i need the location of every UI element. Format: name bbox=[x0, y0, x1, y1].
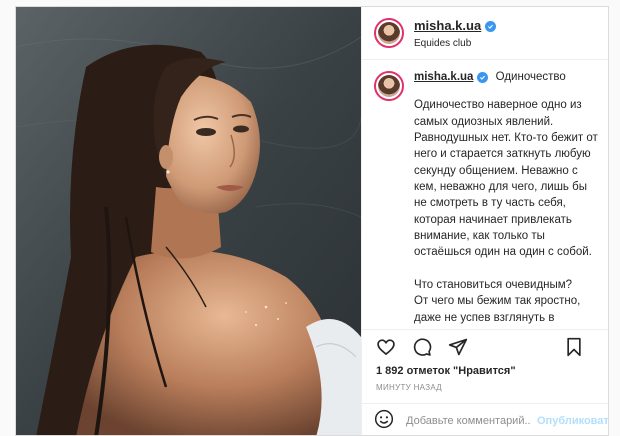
publish-button[interactable]: Опубликовать bbox=[537, 415, 608, 427]
bookmark-icon[interactable] bbox=[560, 333, 588, 361]
post-sidebar: misha.k.ua Equides club misha.k.ua Одино… bbox=[361, 7, 608, 435]
caption-text: misha.k.ua Одиночество Одиночество навер… bbox=[414, 69, 598, 327]
action-bar bbox=[362, 329, 608, 364]
paper-plane-icon[interactable] bbox=[444, 333, 472, 361]
comment-icon[interactable] bbox=[408, 333, 436, 361]
caption-body: Одиночество наверное одно из самых одиоз… bbox=[414, 99, 598, 324]
likes-count[interactable]: 1 892 отметок "Нравится" bbox=[376, 365, 516, 377]
caption-avatar[interactable] bbox=[374, 71, 404, 101]
caption-username[interactable]: misha.k.ua bbox=[414, 69, 489, 85]
smiley-icon[interactable] bbox=[374, 409, 394, 434]
location-link[interactable]: Equides club bbox=[414, 38, 496, 50]
caption-comment: misha.k.ua Одиночество Одиночество навер… bbox=[374, 69, 598, 327]
heart-icon[interactable] bbox=[372, 333, 400, 361]
post-photo[interactable] bbox=[16, 7, 361, 435]
post-timestamp[interactable]: МИНУТУ НАЗАД bbox=[376, 383, 442, 392]
instagram-post: misha.k.ua Equides club misha.k.ua Одино… bbox=[15, 6, 609, 436]
avatar[interactable] bbox=[374, 18, 404, 48]
username-text[interactable]: misha.k.ua bbox=[414, 18, 481, 34]
verified-badge-icon bbox=[477, 71, 489, 83]
caption-title: Одиночество bbox=[495, 71, 566, 83]
verified-badge-icon bbox=[485, 20, 497, 32]
add-comment-bar: Опубликовать bbox=[362, 403, 608, 435]
portrait-image bbox=[16, 7, 361, 435]
post-header: misha.k.ua Equides club bbox=[362, 7, 608, 60]
username-link[interactable]: misha.k.ua bbox=[414, 18, 497, 34]
